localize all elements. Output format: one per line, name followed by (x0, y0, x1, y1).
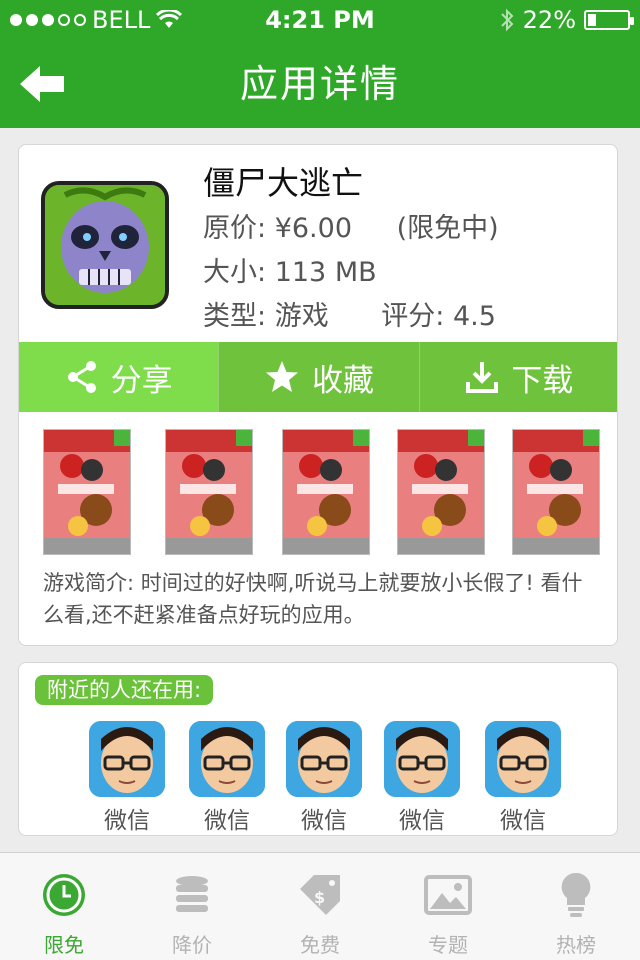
app-description: 游戏简介: 时间过的好快啊,听说马上就要放小长假了! 看什么看,还不赶紧准备点好… (43, 571, 583, 627)
screenshot-thumbnail[interactable] (43, 429, 131, 555)
app-detail-card: 僵尸大逃亡 原价: ¥6.00 (限免中) 大小: 113 MB 类型: 游戏 … (18, 144, 618, 646)
screenshot-thumbnail[interactable] (165, 429, 253, 555)
size-row: 大小: 113 MB (203, 251, 499, 295)
wechat-avatar-icon (189, 721, 265, 797)
wechat-avatar-icon (286, 721, 362, 797)
download-icon (466, 362, 499, 393)
app-name: 僵尸大逃亡 (203, 164, 364, 202)
size-label: 大小: (203, 257, 267, 288)
battery-percent: 22% (522, 6, 576, 34)
type-value: 游戏 (274, 301, 329, 332)
lightbulb-icon (561, 872, 591, 917)
tab-label: 降价 (172, 933, 212, 957)
nearby-app-label: 微信 (301, 808, 347, 834)
rating-label: 评分: (381, 301, 445, 332)
wechat-avatar-icon (384, 721, 460, 797)
battery-icon (584, 10, 634, 30)
tab-label: 热榜 (556, 933, 596, 957)
battery-fill (588, 14, 597, 26)
screenshot-gallery (43, 429, 600, 555)
top-bar: BELL 4:21 PM 22% 应用详情 (0, 0, 640, 128)
tab-hot-list[interactable]: 热榜 (512, 853, 640, 960)
type-rating-row: 类型: 游戏 评分: 4.5 (203, 295, 499, 339)
rating-value: 4.5 (453, 301, 496, 332)
zombie-skull-icon (45, 185, 165, 305)
wechat-avatar-icon (89, 721, 165, 797)
coins-icon (176, 876, 208, 912)
free-tag: (限免中) (396, 213, 499, 244)
svg-text:$: $ (314, 888, 325, 907)
price-value: ¥6.00 (274, 213, 352, 244)
size-value: 113 MB (274, 257, 377, 288)
nearby-title: 附近的人还在用: (35, 675, 214, 705)
tab-label: 免费 (300, 933, 340, 957)
clock-icon (43, 874, 85, 916)
app-icon (41, 181, 169, 309)
nearby-app-list: 微信 微信 微信 微信 微信 (75, 721, 575, 834)
share-button[interactable]: 分享 (19, 342, 220, 412)
nearby-app-label: 微信 (204, 808, 250, 834)
screenshot-thumbnail[interactable] (397, 429, 485, 555)
screenshot-thumbnail[interactable] (282, 429, 370, 555)
tab-label: 专题 (428, 933, 468, 957)
tab-bar: 限免 降价 $ 免费 专题 热榜 (0, 852, 640, 960)
tab-free[interactable]: $ 免费 (256, 853, 384, 960)
nearby-app-item[interactable]: 微信 (377, 721, 467, 835)
nearby-card: 附近的人还在用: 微信 微信 微信 微信 微信 (18, 662, 618, 836)
nearby-app-item[interactable]: 微信 (182, 721, 272, 835)
type-label: 类型: (203, 301, 267, 332)
page-title: 应用详情 (239, 62, 400, 106)
nearby-app-label: 微信 (500, 808, 546, 834)
tab-limited-free[interactable]: 限免 (0, 853, 128, 960)
action-bar: 分享 收藏 下载 (19, 342, 617, 412)
app-info: 僵尸大逃亡 原价: ¥6.00 (限免中) 大小: 113 MB 类型: 游戏 … (203, 159, 499, 339)
price-row: 原价: ¥6.00 (限免中) (203, 207, 499, 251)
battery-area: 22% (499, 0, 634, 40)
nearby-app-item[interactable]: 微信 (82, 721, 172, 835)
tab-label: 限免 (44, 933, 84, 957)
nearby-app-item[interactable]: 微信 (279, 721, 369, 835)
star-icon (265, 361, 298, 392)
wechat-avatar-icon (485, 721, 561, 797)
screenshot-thumbnail[interactable] (512, 429, 600, 555)
price-label: 原价: (203, 213, 267, 244)
status-bar: BELL 4:21 PM 22% (0, 0, 640, 40)
download-button[interactable]: 下载 (420, 342, 617, 412)
bluetooth-icon (500, 8, 514, 32)
nearby-app-label: 微信 (399, 808, 445, 834)
price-tag-icon: $ (300, 875, 340, 915)
nearby-app-label: 微信 (104, 808, 150, 834)
favorite-label: 收藏 (311, 362, 374, 399)
download-label: 下载 (511, 362, 574, 399)
nearby-app-item[interactable]: 微信 (478, 721, 568, 835)
tab-topics[interactable]: 专题 (384, 853, 512, 960)
tab-price-drop[interactable]: 降价 (128, 853, 256, 960)
favorite-button[interactable]: 收藏 (219, 342, 420, 412)
picture-icon (424, 875, 472, 915)
share-label: 分享 (110, 362, 173, 399)
share-icon (67, 361, 96, 393)
